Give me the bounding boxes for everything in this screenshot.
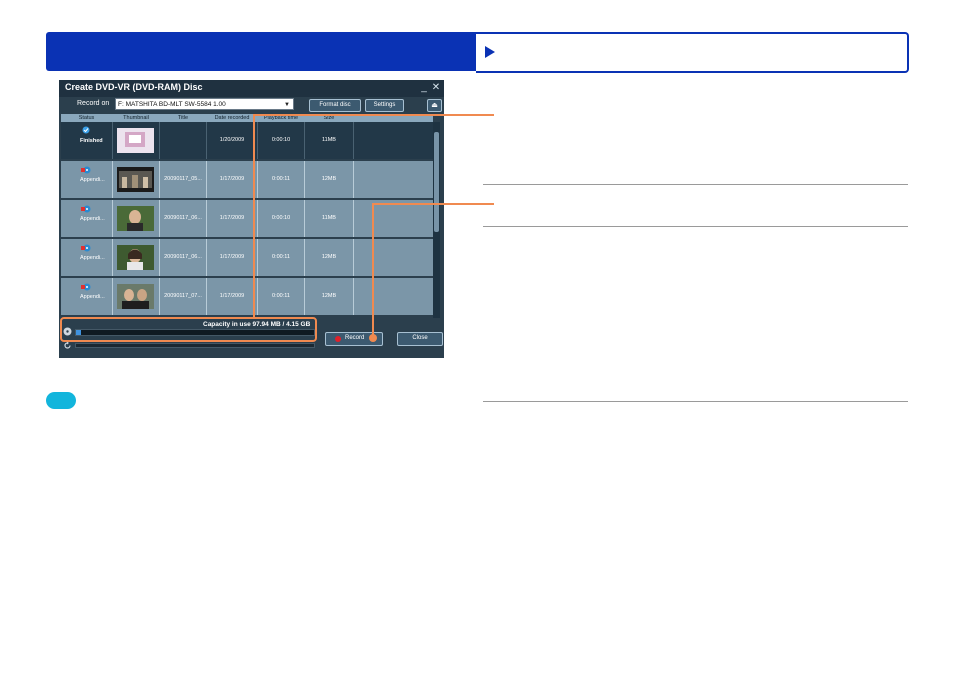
table-row[interactable]: Finished 1/20/2009 0:00:10 11MB bbox=[61, 122, 433, 159]
time-text: 0:00:10 bbox=[271, 137, 291, 143]
append-disc-icon bbox=[81, 166, 91, 174]
close-button[interactable]: Close bbox=[397, 332, 443, 346]
record-on-label: Record on bbox=[77, 100, 110, 107]
refresh-icon bbox=[64, 341, 71, 349]
date-text: 1/17/2009 bbox=[219, 293, 245, 299]
status-text: Appendi... bbox=[80, 216, 105, 222]
title-text: 20090117_05... bbox=[164, 176, 202, 182]
date-text: 1/20/2009 bbox=[219, 137, 245, 143]
scrollbar-thumb[interactable] bbox=[434, 132, 439, 232]
thumbnail bbox=[117, 128, 154, 153]
drive-select[interactable]: F: MATSHITA BD-MLT SW-5584 1.00 ▼ bbox=[115, 98, 294, 110]
thumbnail bbox=[117, 206, 154, 231]
chevron-down-icon: ▼ bbox=[284, 102, 290, 108]
size-text: 12MB bbox=[321, 254, 337, 260]
callout-dot bbox=[369, 334, 377, 342]
record-button-label: Record bbox=[345, 335, 365, 341]
size-text: 12MB bbox=[321, 176, 337, 182]
section-header-bar bbox=[46, 32, 476, 71]
status-text: Finished bbox=[80, 138, 103, 144]
record-on-row: Record on F: MATSHITA BD-MLT SW-5584 1.0… bbox=[59, 97, 444, 113]
play-arrow-icon bbox=[485, 46, 495, 58]
window-title: Create DVD-VR (DVD-RAM) Disc bbox=[65, 82, 203, 92]
callout-line-1-vertical bbox=[253, 114, 255, 317]
column-header[interactable]: Date recorded bbox=[207, 114, 257, 122]
info-badge bbox=[46, 392, 76, 409]
progress-bar bbox=[75, 343, 315, 348]
date-text: 1/17/2009 bbox=[219, 254, 245, 260]
title-text: 20090117_06... bbox=[164, 254, 202, 260]
vertical-scrollbar[interactable] bbox=[433, 122, 440, 318]
thumbnail bbox=[117, 284, 154, 309]
close-icon[interactable]: ✕ bbox=[430, 81, 442, 94]
thumbnail bbox=[117, 245, 154, 270]
eject-icon[interactable]: ⏏ bbox=[427, 99, 442, 112]
append-disc-icon bbox=[81, 283, 91, 291]
time-text: 0:00:11 bbox=[272, 293, 290, 299]
finished-check-icon bbox=[82, 126, 90, 134]
time-text: 0:00:11 bbox=[272, 176, 290, 182]
status-text: Appendi... bbox=[80, 294, 105, 300]
callout-line-2-vertical bbox=[372, 203, 374, 336]
time-text: 0:00:11 bbox=[272, 254, 290, 260]
format-disc-button[interactable]: Format disc bbox=[309, 99, 361, 112]
section-header-link-box bbox=[476, 32, 909, 73]
column-header[interactable]: Status bbox=[61, 114, 112, 122]
callout-line-1-horizontal bbox=[253, 114, 494, 116]
column-header[interactable]: Thumbnail bbox=[113, 114, 159, 122]
settings-button[interactable]: Settings bbox=[365, 99, 404, 112]
title-text: 20090117_07... bbox=[164, 293, 202, 299]
title-text: 20090117_06... bbox=[164, 215, 202, 221]
title-bar: Create DVD-VR (DVD-RAM) Disc _ ✕ bbox=[59, 80, 444, 97]
divider bbox=[483, 401, 908, 402]
table-row[interactable]: Appendi... 20090117_06... 1/17/2009 0:00… bbox=[61, 200, 433, 237]
status-text: Appendi... bbox=[80, 255, 105, 261]
table-row[interactable]: Appendi... 20090117_06... 1/17/2009 0:00… bbox=[61, 239, 433, 276]
divider bbox=[483, 184, 908, 185]
divider bbox=[483, 226, 908, 227]
minimize-icon[interactable]: _ bbox=[418, 81, 430, 94]
size-text: 11MB bbox=[322, 137, 336, 143]
drive-select-value: F: MATSHITA BD-MLT SW-5584 1.00 bbox=[118, 101, 226, 108]
table-row[interactable]: Appendi... 20090117_05... 1/17/2009 0:00… bbox=[61, 161, 433, 198]
time-text: 0:00:10 bbox=[271, 215, 291, 221]
size-text: 12MB bbox=[321, 293, 337, 299]
size-text: 11MB bbox=[322, 215, 336, 221]
callout-line-2-horizontal bbox=[372, 203, 494, 205]
column-header[interactable]: Title bbox=[160, 114, 206, 122]
append-disc-icon bbox=[81, 244, 91, 252]
record-dot-icon bbox=[335, 336, 341, 342]
date-text: 1/17/2009 bbox=[219, 215, 245, 221]
append-disc-icon bbox=[81, 205, 91, 213]
table-row[interactable]: Appendi... 20090117_07... 1/17/2009 0:00… bbox=[61, 278, 433, 315]
capacity-callout-box bbox=[60, 317, 317, 342]
status-text: Appendi... bbox=[80, 177, 105, 183]
date-text: 1/17/2009 bbox=[219, 176, 245, 182]
thumbnail bbox=[117, 167, 154, 192]
